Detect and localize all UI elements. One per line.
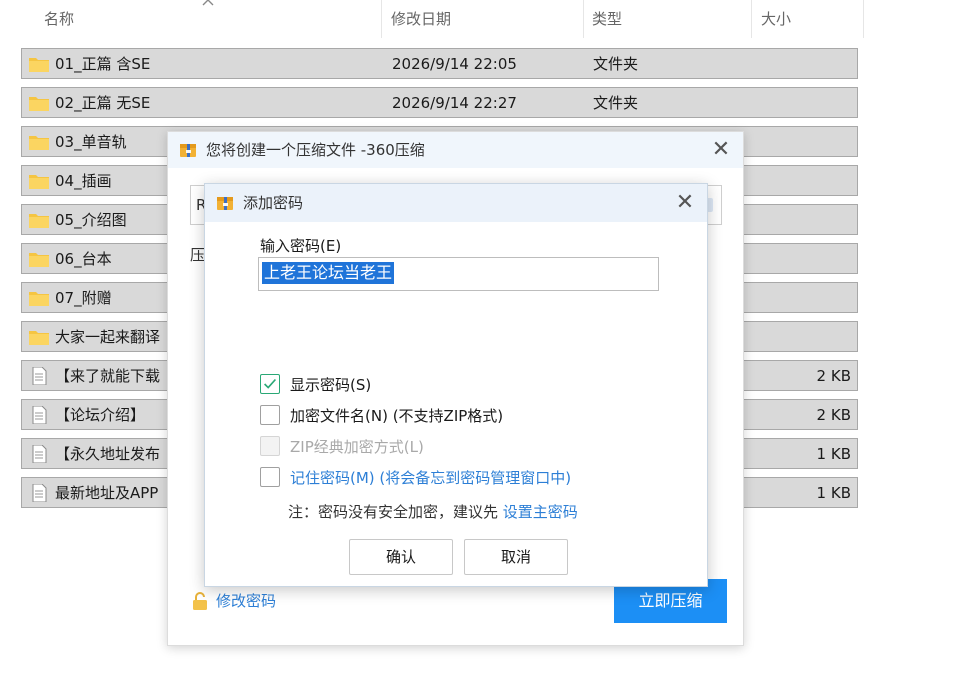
file-list-header: 名称 修改日期 类型 大小 (0, 0, 870, 38)
password-input-label: 输入密码(E) (260, 237, 342, 255)
column-divider[interactable] (583, 0, 584, 38)
text-file-icon (28, 483, 50, 503)
lock-icon (193, 592, 207, 610)
column-size[interactable]: 大小 (761, 0, 791, 38)
file-name: 02_正篇 无SE (55, 94, 151, 112)
archive-app-icon (217, 197, 233, 210)
folder-icon (28, 172, 50, 190)
folder-icon (28, 211, 50, 229)
text-file-icon (28, 405, 50, 425)
security-note: 注：密码没有安全加密，建议先 设置主密码 (288, 500, 578, 524)
file-name: 最新地址及APP (55, 484, 159, 502)
column-divider[interactable] (751, 0, 752, 38)
file-name: 【永久地址发布 (55, 445, 161, 463)
sort-ascending-icon[interactable] (202, 0, 214, 8)
folder-icon (28, 94, 50, 112)
file-name: 03_单音轨 (55, 133, 127, 151)
encrypt-filenames-label: 加密文件名(N) (不支持ZIP格式) (290, 407, 504, 425)
file-size: 2 KB (816, 406, 851, 424)
file-name: 01_正篇 含SE (55, 55, 151, 73)
text-file-icon (28, 366, 50, 386)
file-name: 07_附赠 (55, 289, 112, 307)
show-password-checkbox[interactable] (260, 374, 280, 394)
cancel-button[interactable]: 取消 (464, 539, 568, 575)
text-file-icon (28, 444, 50, 464)
folder-icon (28, 55, 50, 73)
column-name[interactable]: 名称 (44, 0, 74, 38)
password-value: 上老王论坛当老王 (262, 262, 395, 284)
folder-icon (28, 250, 50, 268)
file-row[interactable]: 02_正篇 无SE 2026/9/14 22:27 文件夹 (21, 87, 858, 118)
file-type: 文件夹 (593, 55, 639, 73)
column-date[interactable]: 修改日期 (391, 0, 451, 38)
file-name: 【来了就能下载 (55, 367, 161, 385)
compression-label: 压 (190, 246, 206, 264)
file-modified-date: 2026/9/14 22:27 (392, 94, 517, 112)
close-icon[interactable]: ✕ (707, 136, 735, 164)
folder-icon (28, 289, 50, 307)
confirm-button[interactable]: 确认 (349, 539, 453, 575)
folder-icon (28, 328, 50, 346)
file-name: 06_台本 (55, 250, 112, 268)
file-name: 04_插画 (55, 172, 112, 190)
file-name: 05_介绍图 (55, 211, 127, 229)
security-note-text: 注：密码没有安全加密，建议先 (288, 503, 503, 521)
file-type: 文件夹 (593, 94, 639, 112)
file-size: 2 KB (816, 367, 851, 385)
file-size: 1 KB (816, 445, 851, 463)
add-password-dialog: 添加密码 ✕ 输入密码(E) 上老王论坛当老王 显示密码(S) 加密文件名(N)… (204, 183, 708, 587)
dialog-titlebar[interactable]: 添加密码 ✕ (205, 184, 707, 222)
password-input[interactable]: 上老王论坛当老王 (258, 257, 659, 291)
dialog-title: 您将创建一个压缩文件 -360压缩 (206, 141, 425, 159)
check-icon (264, 378, 277, 389)
column-type[interactable]: 类型 (592, 0, 622, 38)
show-password-label: 显示密码(S) (290, 376, 372, 394)
file-row[interactable]: 01_正篇 含SE 2026/9/14 22:05 文件夹 (21, 48, 858, 79)
file-modified-date: 2026/9/14 22:05 (392, 55, 517, 73)
file-name: 【论坛介绍】 (55, 406, 146, 424)
change-password-label: 修改密码 (216, 592, 277, 610)
column-divider[interactable] (863, 0, 864, 38)
dialog-title: 添加密码 (243, 194, 304, 212)
zip-classic-checkbox (260, 436, 280, 456)
close-icon[interactable]: ✕ (671, 189, 699, 217)
file-size: 1 KB (816, 484, 851, 502)
encrypt-filenames-checkbox[interactable] (260, 405, 280, 425)
file-name: 大家一起来翻译 (55, 328, 161, 346)
remember-password-label: 记住密码(M) (将会备忘到密码管理窗口中) (290, 469, 572, 487)
set-master-password-link[interactable]: 设置主密码 (503, 503, 578, 521)
column-divider[interactable] (381, 0, 382, 38)
remember-password-checkbox[interactable] (260, 467, 280, 487)
zip-classic-label: ZIP经典加密方式(L) (290, 438, 424, 456)
dialog-titlebar[interactable]: 您将创建一个压缩文件 -360压缩 ✕ (168, 132, 743, 168)
folder-icon (28, 133, 50, 151)
archive-app-icon (180, 144, 196, 157)
